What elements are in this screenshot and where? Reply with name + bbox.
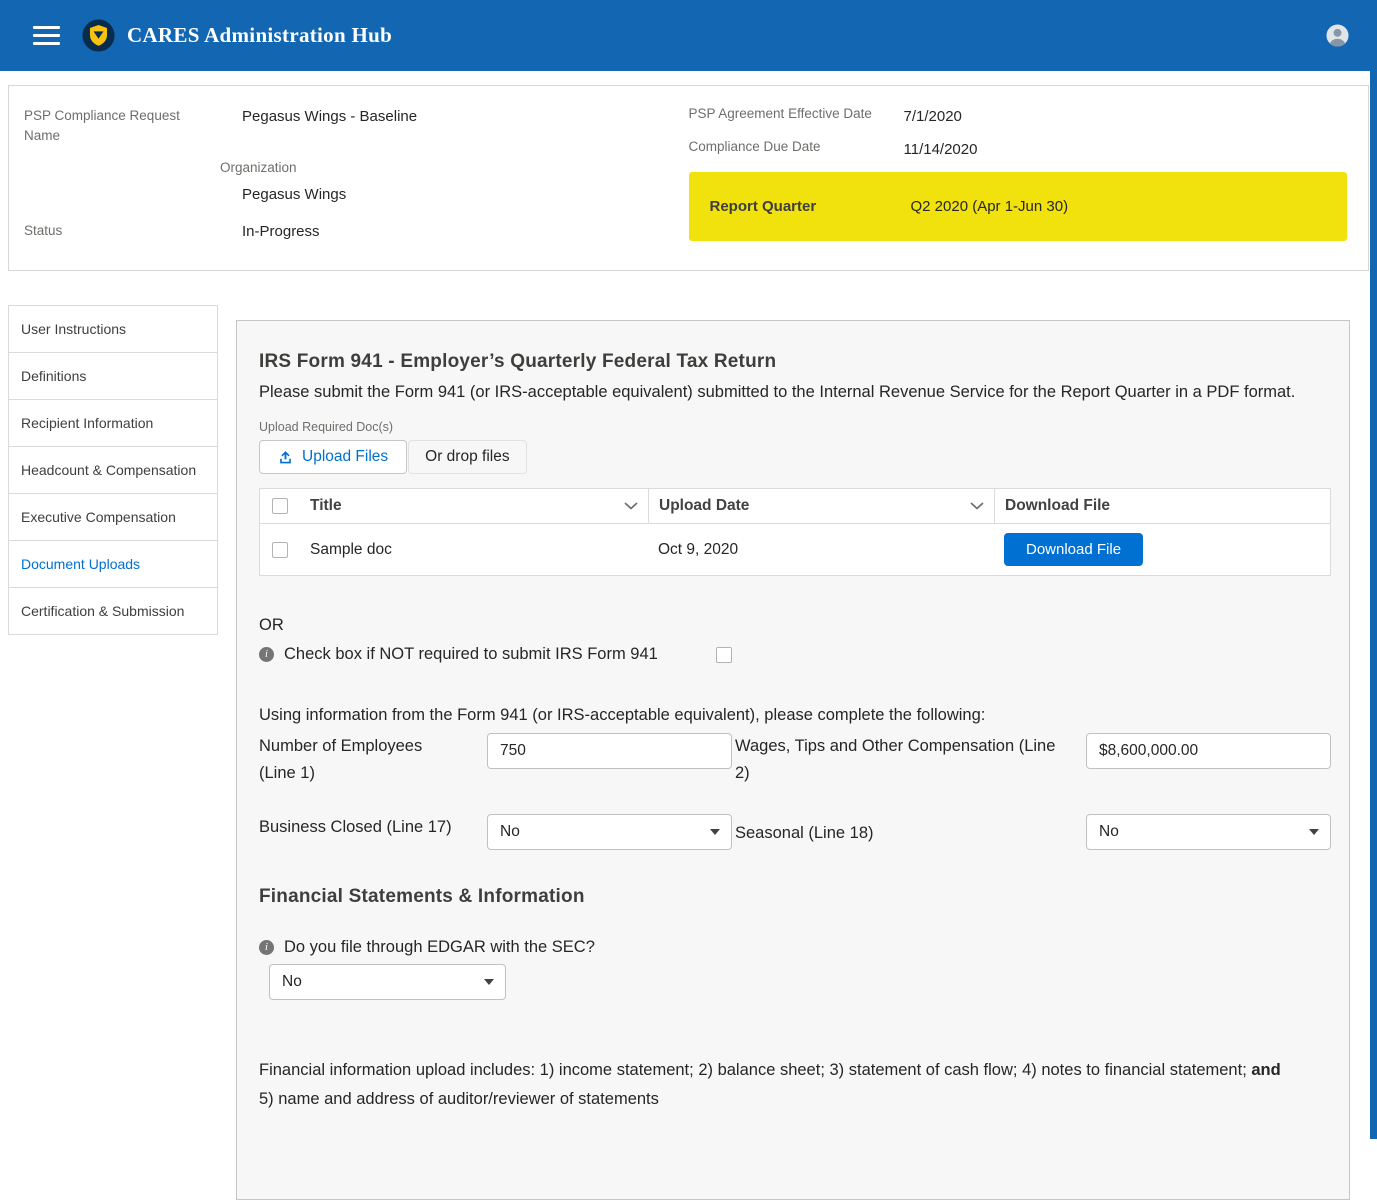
- not-required-label: Check box if NOT required to submit IRS …: [284, 645, 658, 664]
- download-file-button[interactable]: Download File: [1004, 533, 1143, 566]
- sidebar-item-executive-compensation[interactable]: Executive Compensation: [8, 493, 218, 541]
- status-label: Status: [24, 221, 242, 242]
- upload-required-docs-label: Upload Required Doc(s): [259, 420, 1331, 434]
- document-uploads-panel: IRS Form 941 - Employer’s Quarterly Fede…: [236, 320, 1350, 1200]
- organization-label: Organization: [220, 158, 346, 178]
- sidebar-item-recipient-information[interactable]: Recipient Information: [8, 399, 218, 447]
- request-name-value: Pegasus Wings - Baseline: [242, 106, 417, 145]
- sidebar-item-certification-submission[interactable]: Certification & Submission: [8, 587, 218, 635]
- drop-files-label: Or drop files: [425, 448, 509, 466]
- or-separator-text: OR: [259, 616, 1331, 635]
- sidebar-nav: User Instructions Definitions Recipient …: [8, 305, 218, 635]
- business-closed-label: Business Closed (Line 17): [259, 814, 487, 850]
- drop-files-zone[interactable]: Or drop files: [408, 440, 526, 474]
- financial-statements-heading: Financial Statements & Information: [259, 886, 1331, 908]
- form-941-instructions: Using information from the Form 941 (or …: [259, 706, 1331, 725]
- app-title: CARES Administration Hub: [127, 23, 392, 48]
- caret-down-icon: [710, 829, 720, 835]
- menu-icon[interactable]: [33, 26, 60, 45]
- row-checkbox[interactable]: [272, 542, 288, 558]
- spacer: [24, 158, 242, 205]
- report-quarter-highlight: Report Quarter Q2 2020 (Apr 1-Jun 30): [689, 172, 1348, 241]
- wages-input[interactable]: [1086, 733, 1331, 769]
- request-name-label: PSP Compliance Request Name: [24, 106, 242, 145]
- user-avatar-icon[interactable]: [1326, 24, 1349, 47]
- column-header-title[interactable]: Title: [300, 489, 648, 523]
- employees-label: Number of Employees (Line 1): [259, 733, 487, 787]
- edgar-select[interactable]: No: [269, 964, 506, 1000]
- sidebar-item-user-instructions[interactable]: User Instructions: [8, 305, 218, 353]
- due-date-value: 11/14/2020: [904, 139, 978, 160]
- effective-date-label: PSP Agreement Effective Date: [689, 106, 904, 127]
- organization-value: Pegasus Wings: [242, 184, 346, 205]
- column-header-upload-date[interactable]: Upload Date: [648, 489, 994, 523]
- upload-icon: [278, 450, 293, 465]
- select-all-checkbox[interactable]: [272, 498, 288, 514]
- report-quarter-value: Q2 2020 (Apr 1-Jun 30): [911, 198, 1069, 215]
- sidebar-item-definitions[interactable]: Definitions: [8, 352, 218, 400]
- report-quarter-label: Report Quarter: [710, 198, 911, 215]
- doc-title-cell: Sample doc: [300, 541, 648, 559]
- row-select-cell: [260, 542, 300, 558]
- compliance-summary-panel: PSP Compliance Request Name Pegasus Wing…: [8, 85, 1369, 271]
- info-icon[interactable]: [259, 647, 274, 662]
- caret-down-icon: [484, 979, 494, 985]
- upload-files-button[interactable]: Upload Files: [259, 440, 407, 474]
- edgar-question-label: Do you file through EDGAR with the SEC?: [284, 938, 595, 957]
- wages-label: Wages, Tips and Other Compensation (Line…: [732, 733, 1086, 787]
- business-closed-select[interactable]: No: [487, 814, 732, 850]
- not-required-checkbox[interactable]: [716, 647, 732, 663]
- status-value: In-Progress: [242, 221, 320, 242]
- seasonal-select[interactable]: No: [1086, 814, 1331, 850]
- irs-form-941-heading: IRS Form 941 - Employer’s Quarterly Fede…: [259, 351, 1331, 373]
- table-header-row: Title Upload Date Download File: [260, 489, 1330, 523]
- column-header-download-file: Download File: [994, 489, 1330, 523]
- caret-down-icon: [1309, 829, 1319, 835]
- doc-upload-date-cell: Oct 9, 2020: [648, 541, 994, 559]
- app-logo-shield-icon: [82, 19, 115, 52]
- seasonal-label: Seasonal (Line 18): [732, 814, 1086, 850]
- financial-upload-note: Financial information upload includes: 1…: [259, 1056, 1299, 1114]
- chevron-down-icon[interactable]: [970, 502, 984, 510]
- sidebar-item-headcount-compensation[interactable]: Headcount & Compensation: [8, 446, 218, 494]
- due-date-label: Compliance Due Date: [689, 139, 904, 160]
- table-row: Sample doc Oct 9, 2020 Download File: [260, 523, 1330, 575]
- employees-input[interactable]: [487, 733, 732, 769]
- info-icon[interactable]: [259, 940, 274, 955]
- uploaded-docs-table: Title Upload Date Download File Sample d…: [259, 488, 1331, 576]
- sidebar-item-document-uploads[interactable]: Document Uploads: [8, 540, 218, 588]
- effective-date-value: 7/1/2020: [904, 106, 962, 127]
- select-all-cell: [260, 489, 300, 523]
- chevron-down-icon[interactable]: [624, 502, 638, 510]
- app-header: CARES Administration Hub: [0, 0, 1377, 71]
- vertical-scrollbar[interactable]: [1370, 0, 1377, 1139]
- upload-files-label: Upload Files: [302, 448, 388, 466]
- irs-form-941-description: Please submit the Form 941 (or IRS-accep…: [259, 379, 1331, 406]
